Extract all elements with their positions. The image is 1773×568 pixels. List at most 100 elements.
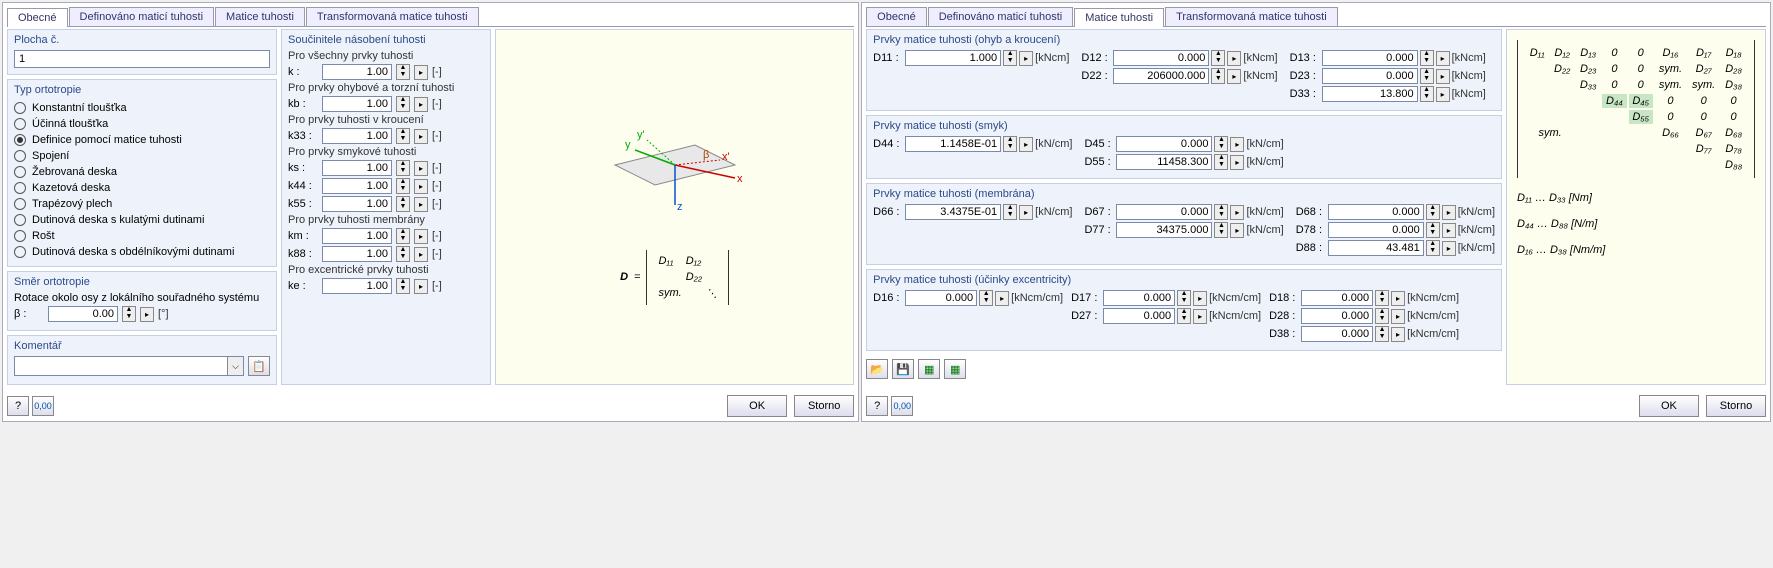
spinner[interactable]: ▲▼ (1214, 204, 1228, 220)
tab-transformovana[interactable]: Transformovaná matice tuhosti (306, 7, 479, 26)
d12-input[interactable] (1113, 50, 1209, 66)
opt-dutinova-obdel[interactable]: Dutinová deska s obdélníkovými dutinami (14, 244, 270, 260)
menu-btn[interactable]: ▸ (1230, 155, 1244, 170)
menu-btn[interactable]: ▸ (1391, 309, 1405, 324)
menu-btn[interactable]: ▸ (1436, 51, 1450, 66)
spinner[interactable]: ▲▼ (1375, 290, 1389, 306)
opt-konstantni[interactable]: Konstantní tloušťka (14, 100, 270, 116)
tab-obecne-r[interactable]: Obecné (866, 7, 927, 26)
spinner[interactable]: ▲▼ (1214, 136, 1228, 152)
spinner[interactable]: ▲▼ (1426, 204, 1440, 220)
menu-btn[interactable]: ▸ (1436, 87, 1450, 102)
d17-input[interactable] (1103, 290, 1175, 306)
menu-btn[interactable]: ▸ (995, 291, 1009, 306)
opt-rost[interactable]: Rošt (14, 228, 270, 244)
opt-dutinova-kulate[interactable]: Dutinová deska s kulatými dutinami (14, 212, 270, 228)
menu-btn[interactable]: ▸ (1391, 327, 1405, 342)
spinner[interactable]: ▲▼ (979, 290, 993, 306)
storno-button[interactable]: Storno (1706, 395, 1766, 417)
menu-btn[interactable]: ▸ (1019, 205, 1033, 220)
spinner[interactable]: ▲▼ (396, 246, 410, 262)
menu-btn[interactable]: ▸ (1193, 291, 1207, 306)
kb-input[interactable] (322, 96, 392, 112)
k55-input[interactable] (322, 196, 392, 212)
spinner[interactable]: ▲▼ (1003, 204, 1017, 220)
spinner[interactable]: ▲▼ (1003, 136, 1017, 152)
help-icon[interactable]: ? (866, 396, 888, 416)
menu-btn[interactable]: ▸ (1193, 309, 1207, 324)
tab-obecne[interactable]: Obecné (7, 8, 68, 27)
menu-btn[interactable]: ▸ (1230, 223, 1244, 238)
spinner[interactable]: ▲▼ (1426, 240, 1440, 256)
ke-input[interactable] (322, 278, 392, 294)
k44-input[interactable] (322, 178, 392, 194)
spinner[interactable]: ▲▼ (396, 228, 410, 244)
menu-btn[interactable]: ▸ (414, 247, 428, 262)
menu-btn[interactable]: ▸ (1436, 69, 1450, 84)
import-excel-icon[interactable]: ▦ (918, 359, 940, 379)
ok-button[interactable]: OK (727, 395, 787, 417)
spinner[interactable]: ▲▼ (396, 64, 410, 80)
ks-input[interactable] (322, 160, 392, 176)
beta-menu[interactable]: ▸ (140, 307, 154, 322)
menu-btn[interactable]: ▸ (1227, 69, 1241, 84)
k-input[interactable] (322, 64, 392, 80)
menu-btn[interactable]: ▸ (414, 97, 428, 112)
menu-btn[interactable]: ▸ (1019, 51, 1033, 66)
d88-input[interactable] (1328, 240, 1424, 256)
spinner[interactable]: ▲▼ (396, 178, 410, 194)
spinner[interactable]: ▲▼ (1177, 308, 1191, 324)
menu-btn[interactable]: ▸ (414, 161, 428, 176)
save-icon[interactable]: 💾 (892, 359, 914, 379)
spinner[interactable]: ▲▼ (1003, 50, 1017, 66)
spinner[interactable]: ▲▼ (396, 96, 410, 112)
d55-input[interactable] (1116, 154, 1212, 170)
d44-input[interactable] (905, 136, 1001, 152)
opt-definice-matice[interactable]: Definice pomocí matice tuhosti (14, 132, 270, 148)
export-excel-icon[interactable]: ▦ (944, 359, 966, 379)
menu-btn[interactable]: ▸ (414, 197, 428, 212)
opt-trapezovy[interactable]: Trapézový plech (14, 196, 270, 212)
d16-input[interactable] (905, 290, 977, 306)
help-icon[interactable]: ? (7, 396, 29, 416)
spinner[interactable]: ▲▼ (1211, 68, 1225, 84)
d78-input[interactable] (1328, 222, 1424, 238)
d33-input[interactable] (1322, 86, 1418, 102)
opt-ucinna[interactable]: Účinná tloušťka (14, 116, 270, 132)
tab-matice[interactable]: Matice tuhosti (215, 7, 305, 26)
d11-input[interactable] (905, 50, 1001, 66)
spinner[interactable]: ▲▼ (1211, 50, 1225, 66)
menu-btn[interactable]: ▸ (414, 129, 428, 144)
d27-input[interactable] (1103, 308, 1175, 324)
d67-input[interactable] (1116, 204, 1212, 220)
spinner[interactable]: ▲▼ (1375, 308, 1389, 324)
spinner[interactable]: ▲▼ (1420, 86, 1434, 102)
menu-btn[interactable]: ▸ (1442, 205, 1456, 220)
menu-btn[interactable]: ▸ (1019, 137, 1033, 152)
k33-input[interactable] (322, 128, 392, 144)
menu-btn[interactable]: ▸ (414, 65, 428, 80)
ok-button[interactable]: OK (1639, 395, 1699, 417)
spinner[interactable]: ▲▼ (1375, 326, 1389, 342)
menu-btn[interactable]: ▸ (414, 229, 428, 244)
komentar-combo[interactable]: ⌵ (14, 356, 244, 376)
menu-btn[interactable]: ▸ (414, 279, 428, 294)
d38-input[interactable] (1301, 326, 1373, 342)
spinner[interactable]: ▲▼ (1420, 68, 1434, 84)
beta-spinner[interactable]: ▲▼ (122, 306, 136, 322)
spinner[interactable]: ▲▼ (396, 160, 410, 176)
d77-input[interactable] (1116, 222, 1212, 238)
units-icon[interactable]: 0,00 (32, 396, 54, 416)
menu-btn[interactable]: ▸ (414, 179, 428, 194)
d23-input[interactable] (1322, 68, 1418, 84)
tab-matice-r[interactable]: Matice tuhosti (1074, 8, 1164, 27)
km-input[interactable] (322, 228, 392, 244)
open-icon[interactable]: 📂 (866, 359, 888, 379)
beta-input[interactable] (48, 306, 118, 322)
menu-btn[interactable]: ▸ (1227, 51, 1241, 66)
comment-pick-icon[interactable]: 📋 (248, 356, 270, 376)
d22-input[interactable] (1113, 68, 1209, 84)
opt-spojeni[interactable]: Spojení (14, 148, 270, 164)
d13-input[interactable] (1322, 50, 1418, 66)
spinner[interactable]: ▲▼ (1214, 222, 1228, 238)
